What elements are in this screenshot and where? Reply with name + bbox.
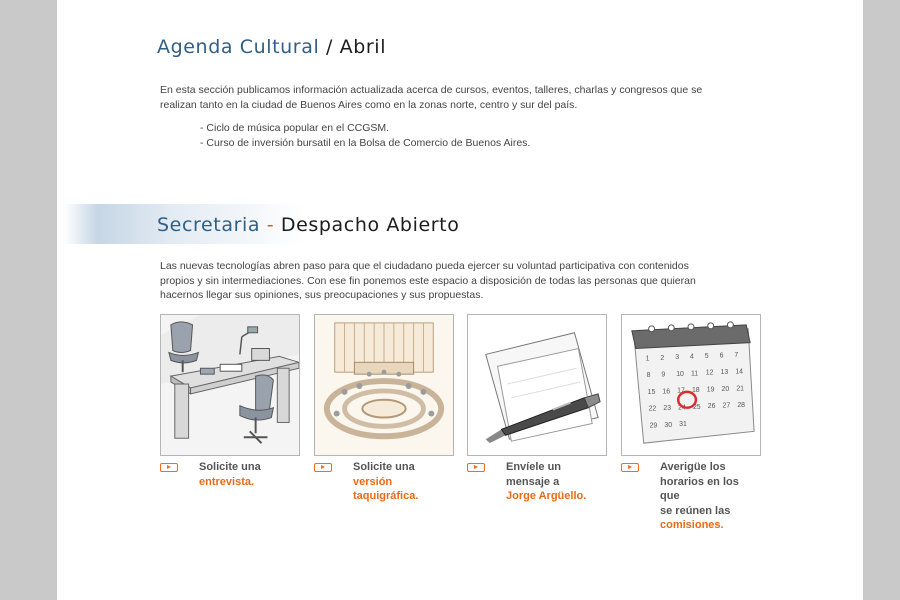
arrow-icon xyxy=(314,463,332,472)
caption-line: se reúnen las xyxy=(660,504,731,517)
office-desk-illustration xyxy=(161,315,299,455)
caption-line: mensaje a xyxy=(506,475,560,488)
secretaria-title-separator: - xyxy=(260,214,281,236)
calendar-day-number: 22 xyxy=(649,406,657,413)
calendar-day-number: 16 xyxy=(662,388,670,395)
card-mensaje-illustration[interactable] xyxy=(467,314,607,456)
calendar-day-number: 29 xyxy=(650,422,658,429)
link-taquigrafica[interactable]: taquigráfica. xyxy=(353,489,453,504)
calendar-day-number: 5 xyxy=(705,353,709,360)
calendar-day-number: 9 xyxy=(661,372,665,379)
calendar-day-number: 19 xyxy=(707,387,715,394)
caption-line: Envíele un xyxy=(506,461,562,473)
calendar-day-number: 4 xyxy=(690,354,694,361)
caption-text: Solicite una versión taquigráfica. xyxy=(353,460,453,504)
calendar-day-number: 26 xyxy=(708,403,716,410)
caption-line: Solicite una xyxy=(353,461,415,473)
arrow-icon xyxy=(160,463,178,472)
caption-text: Envíele un mensaje a Jorge Argüello. xyxy=(506,460,606,504)
arrow-icon xyxy=(467,463,485,472)
agenda-intro-line: realizan tanto en la ciudad de Buenos Ai… xyxy=(160,98,578,111)
calendar-day-number: 8 xyxy=(647,372,651,379)
caption-line: horarios en los que xyxy=(660,475,739,503)
link-version[interactable]: versión xyxy=(353,475,453,490)
assembly-hall-illustration xyxy=(315,315,453,455)
card-version-illustration[interactable] xyxy=(314,314,454,456)
secretaria-description-line: hacernos llegar sus opiniones, sus preoc… xyxy=(160,289,484,301)
pen-and-paper-illustration xyxy=(468,315,606,455)
calendar-day-number: 11 xyxy=(691,370,698,377)
secretaria-description: Las nuevas tecnologías abren paso para q… xyxy=(160,259,760,303)
calendar-day-number: 13 xyxy=(721,369,729,376)
agenda-month: Abril xyxy=(339,36,387,58)
secretaria-description-line: propios y sin intermediaciones. Con ese … xyxy=(160,274,696,287)
caption-text: Averigüe los horarios en los que se reún… xyxy=(660,460,760,533)
calendar-day-number: 15 xyxy=(648,389,656,396)
agenda-intro: En esta sección publicamos información a… xyxy=(160,83,760,112)
link-jorge-arguello[interactable]: Jorge Argüello. xyxy=(506,489,606,504)
agenda-heading: Agenda Cultural / Abril xyxy=(157,36,386,58)
calendar-day-number: 30 xyxy=(664,422,672,429)
secretaria-description-line: Las nuevas tecnologías abren paso para q… xyxy=(160,260,689,272)
agenda-event-item[interactable]: - Ciclo de música popular en el CCGSM. xyxy=(200,121,530,136)
card-entrevista-illustration[interactable] xyxy=(160,314,300,456)
link-comisiones[interactable]: comisiones. xyxy=(660,518,760,533)
calendar-day-number: 27 xyxy=(723,403,731,410)
agenda-event-list: - Ciclo de música popular en el CCGSM. -… xyxy=(200,121,530,150)
calendar-day-number: 28 xyxy=(737,402,745,409)
calendar-day-number: 2 xyxy=(660,355,664,362)
calendar-day-number: 10 xyxy=(676,371,684,378)
caption-line: Averigüe los xyxy=(660,461,726,473)
calendar-day-number: 21 xyxy=(736,385,744,392)
calendar-day-number: 31 xyxy=(679,421,687,428)
caption-text: Solicite una entrevista. xyxy=(199,460,299,489)
calendar-day-number: 23 xyxy=(663,405,671,412)
agenda-intro-line: En esta sección publicamos información a… xyxy=(160,84,703,96)
caption-line: Solicite una xyxy=(199,461,261,473)
agenda-title: Agenda Cultural xyxy=(157,36,320,58)
arrow-icon xyxy=(621,463,639,472)
calendar-day-number: 7 xyxy=(734,352,738,359)
secretaria-subtitle: Despacho Abierto xyxy=(280,214,460,236)
calendar-day-number: 14 xyxy=(735,369,743,376)
calendar-day-number: 1 xyxy=(646,355,650,362)
link-entrevista[interactable]: entrevista. xyxy=(199,475,299,490)
calendar-day-number: 12 xyxy=(706,370,714,377)
secretaria-title: Secretaria xyxy=(157,214,261,236)
agenda-title-separator: / xyxy=(319,36,340,58)
agenda-event-item[interactable]: - Curso de inversión bursatil en la Bols… xyxy=(200,136,530,151)
calendar-day-number: 20 xyxy=(722,386,730,393)
calendar-illustration: 1 2 3 4 5 6 78 9 10 11 12 13 1415 16 17 18 19 20 2122 23 24 2… xyxy=(622,315,760,455)
card-comisiones-illustration[interactable]: 1 2 3 4 5 6 7 8 9 10 11 12 13 14 15 16 17 18 19 20 21 22 23 24 2… xyxy=(621,314,761,456)
secretaria-heading: Secretaria - Despacho Abierto xyxy=(157,214,459,236)
calendar-day-number: 3 xyxy=(675,354,679,361)
calendar-day-number: 6 xyxy=(720,352,724,359)
